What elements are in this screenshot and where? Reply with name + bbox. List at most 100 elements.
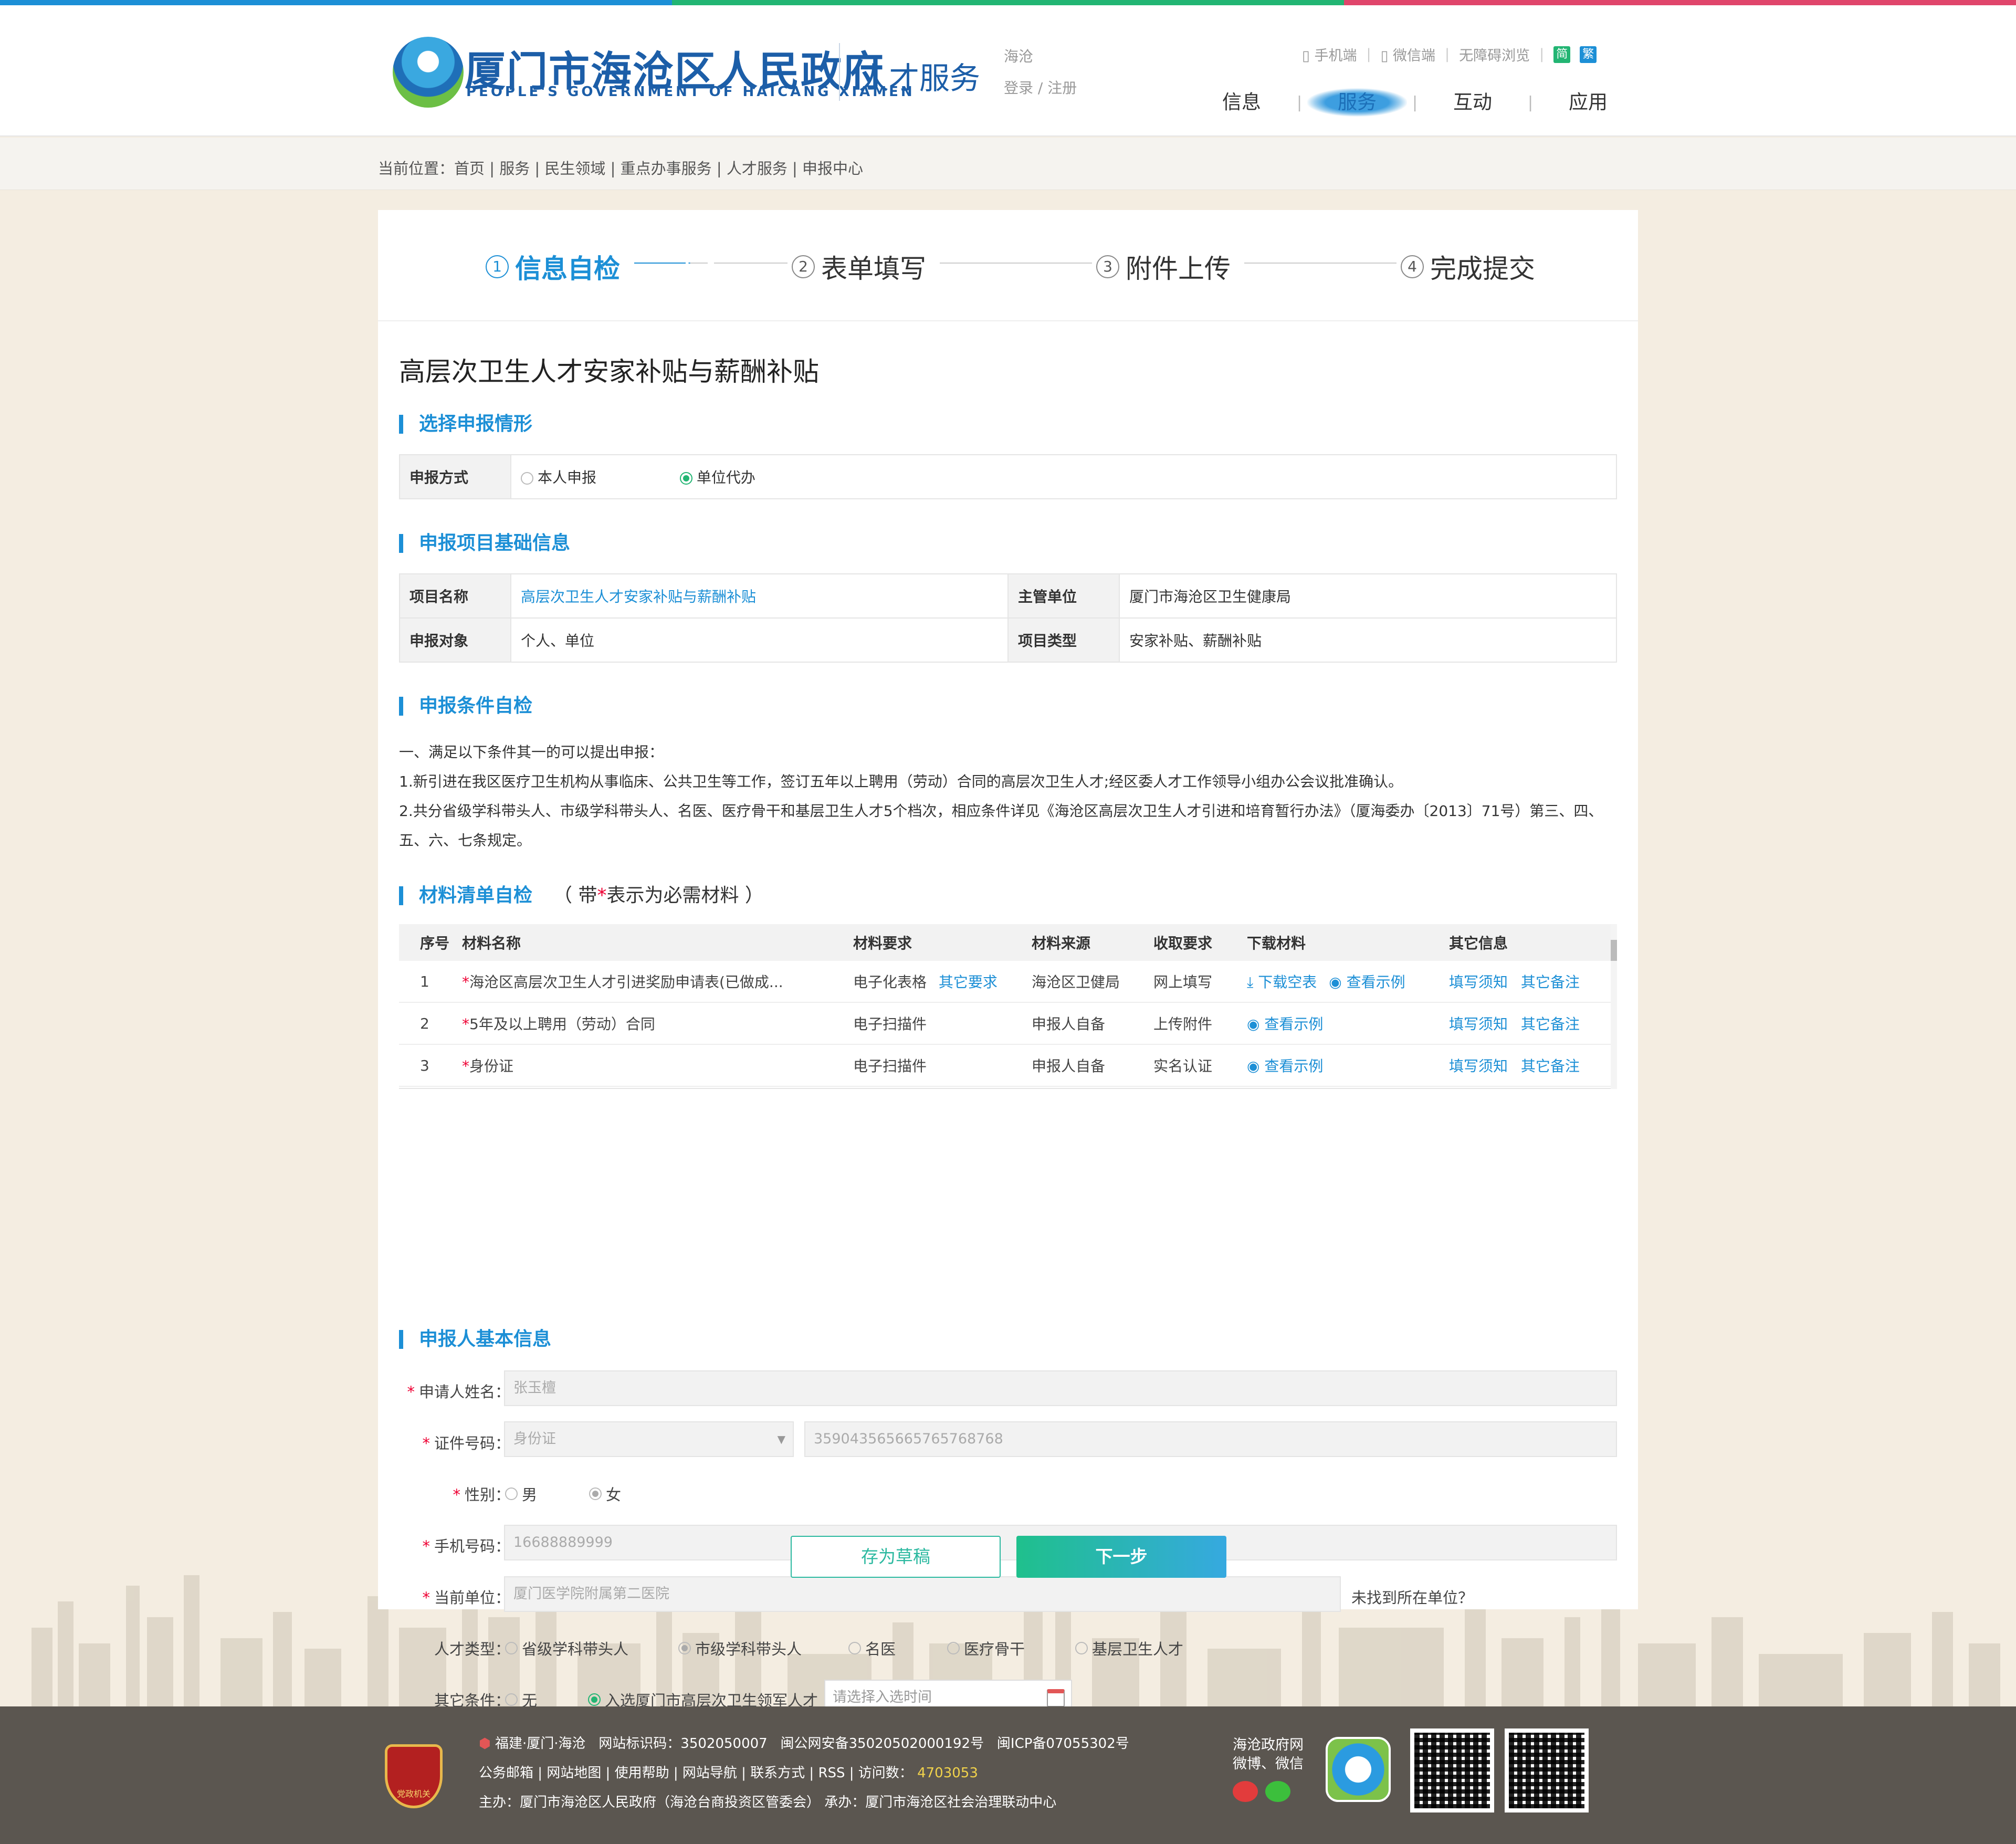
- main-panel: 1 信息自检 2 表单填写 3 附件上传 4 完成提交 高层次卫生人才安家补贴与薪酬补贴…: [378, 210, 1638, 1715]
- calendar-icon[interactable]: [1047, 1689, 1065, 1707]
- radio-checked-icon: [588, 1693, 601, 1706]
- condition-line: 五、六、七条规定。: [399, 832, 532, 849]
- download-blank-link[interactable]: ⤓ 下载空表: [1247, 973, 1317, 991]
- breadcrumb[interactable]: 当前位置：首页 | 服务 | 民生领域 | 重点办事服务 | 人才服务 | 申报…: [378, 156, 863, 179]
- step-indicator: 1 信息自检 2 表单填写 3 附件上传 4 完成提交: [378, 210, 1638, 321]
- scenario-self-option[interactable]: 本人申报: [521, 469, 596, 486]
- materials-table: 序号 材料名称 材料要求 材料来源 收取要求 下载材料 其它信息 1 *海沧区高…: [399, 924, 1617, 1089]
- link-separator: |: [1445, 46, 1450, 62]
- view-example-link[interactable]: ◉ 查看示例: [1329, 973, 1405, 991]
- radio-icon: [848, 1642, 861, 1654]
- talent-option[interactable]: 名医: [848, 1637, 896, 1659]
- radio-icon: [947, 1642, 960, 1654]
- project-name-label: 项目名称: [399, 573, 511, 619]
- conditions-text: 一、满足以下条件其一的可以提出申报： 1.新引进在我区医疗卫生机构从事临床、公共…: [399, 738, 1617, 855]
- eye-icon: ◉: [1247, 1015, 1260, 1033]
- condition-line: 1.新引进在我区医疗卫生机构从事临床、公共卫生等工作，签订五年以上聘用（劳动）合…: [399, 773, 1403, 790]
- section-scenario-heading: 选择申报情形: [399, 415, 532, 434]
- link-separator: |: [1539, 46, 1545, 62]
- qr-code-icon: [1410, 1728, 1494, 1812]
- talent-option[interactable]: 基层卫生人才: [1075, 1637, 1183, 1659]
- gender-male-option[interactable]: 男: [505, 1483, 537, 1505]
- type-label: 项目类型: [1007, 617, 1120, 663]
- step-progress-line: [634, 263, 708, 264]
- breadcrumb-bar: 当前位置：首页 | 服务 | 民生领域 | 重点办事服务 | 人才服务 | 申报…: [0, 138, 2016, 190]
- table-row: 3 *身份证 电子扫描件 申报人自备 实名认证 ◉ 查看示例 填写须知 其它备注: [399, 1045, 1617, 1087]
- link-separator: |: [1366, 46, 1371, 62]
- fill-guide-link[interactable]: 填写须知: [1449, 973, 1508, 991]
- site-subtitle: PEOPLE'S GOVERNMENT OF HAICANG XIAMEN: [466, 84, 915, 100]
- radio-icon[interactable]: [521, 472, 533, 485]
- talent-option[interactable]: 省级学科带头人: [505, 1637, 628, 1659]
- phone-label: * 手机号码：: [422, 1537, 510, 1555]
- unit-not-found-link[interactable]: 未找到所在单位？: [1351, 1586, 1473, 1608]
- radio-icon[interactable]: [505, 1487, 518, 1500]
- radio-checked-icon[interactable]: [679, 472, 692, 485]
- id-number-input[interactable]: 359043565665765768768: [804, 1421, 1617, 1457]
- view-example-link[interactable]: ◉ 查看示例: [1247, 1015, 1323, 1033]
- save-draft-button[interactable]: 存为草稿: [791, 1536, 1001, 1578]
- weibo-icon[interactable]: [1233, 1781, 1258, 1802]
- fill-guide-link[interactable]: 填写须知: [1449, 1057, 1508, 1075]
- wechat-link[interactable]: ▯ 微信端: [1381, 44, 1435, 65]
- unit-input[interactable]: 厦门医学院附属第二医院: [504, 1576, 1341, 1612]
- other-notes-link[interactable]: 其它备注: [1521, 973, 1580, 991]
- nav-separator: |: [1527, 93, 1534, 112]
- accessibility-link[interactable]: 无障碍浏览: [1459, 44, 1530, 65]
- talent-type-label: 人才类型：: [434, 1640, 510, 1658]
- talent-option[interactable]: 市级学科带头人: [678, 1637, 802, 1659]
- talent-option[interactable]: 医疗骨干: [947, 1637, 1025, 1659]
- project-name-link[interactable]: 高层次卫生人才安家补贴与薪酬补贴: [510, 573, 1009, 619]
- step-line: [940, 263, 1092, 264]
- lang-simplified-button[interactable]: 简: [1553, 46, 1571, 63]
- unit-label: * 当前单位：: [422, 1589, 510, 1607]
- footer-line-1: ⬢ 福建·厦门·海沧 网站标识码：3502050007 闽公网安备3502050…: [479, 1736, 1129, 1752]
- nav-interact[interactable]: 互动: [1423, 88, 1522, 117]
- icp-link[interactable]: 闽ICP备07055302号: [997, 1736, 1129, 1752]
- radio-checked-icon[interactable]: [589, 1487, 602, 1500]
- other-notes-link[interactable]: 其它备注: [1521, 1015, 1580, 1033]
- login-register-link[interactable]: 登录 / 注册: [1004, 77, 1077, 98]
- next-step-button[interactable]: 下一步: [1016, 1536, 1226, 1578]
- footer-links[interactable]: 公务邮箱 | 网站地图 | 使用帮助 | 网站导航 | 联系方式 | RSS |…: [479, 1762, 978, 1782]
- table-row: 2 *5年及以上聘用（劳动）合同 电子扫描件 申报人自备 上传附件 ◉ 查看示例…: [399, 1003, 1617, 1045]
- scenario-unit-option[interactable]: 单位代办: [679, 469, 755, 486]
- top-color-bar: [0, 0, 2016, 5]
- step-2: 2 表单填写: [792, 248, 926, 286]
- lang-traditional-button[interactable]: 繁: [1580, 46, 1597, 63]
- fill-guide-link[interactable]: 填写须知: [1449, 1015, 1508, 1033]
- party-government-emblem-icon[interactable]: 党政机关: [385, 1744, 443, 1808]
- id-type-select[interactable]: 身份证 ▼: [504, 1421, 794, 1457]
- table-row: 1 *海沧区高层次卫生人才引进奖励申请表(已做成... 电子化表格 其它要求 海…: [399, 961, 1617, 1003]
- step-3: 3 附件上传: [1096, 248, 1231, 286]
- region-label: 海沧: [1004, 48, 1034, 65]
- chevron-down-icon: ▼: [777, 1433, 785, 1445]
- id-label: * 证件号码：: [422, 1434, 510, 1452]
- condition-line: 一、满足以下条件其一的可以提出申报：: [399, 743, 664, 761]
- applicant-name-input[interactable]: 张玉檀: [504, 1370, 1617, 1406]
- other-notes-link[interactable]: 其它备注: [1521, 1057, 1580, 1075]
- view-example-link[interactable]: ◉ 查看示例: [1247, 1057, 1323, 1075]
- name-label: * 申请人姓名：: [407, 1383, 510, 1401]
- gender-female-option[interactable]: 女: [589, 1483, 621, 1505]
- nav-apps[interactable]: 应用: [1538, 88, 1638, 117]
- footer-social: 海沧政府网 微博、微信: [1233, 1736, 1304, 1807]
- target-value: 个人、单位: [510, 617, 1009, 663]
- haicang-app-icon[interactable]: [1326, 1737, 1391, 1802]
- top-links: ▯ 手机端 | ▯ 微信端 | 无障碍浏览 | 简 繁: [1302, 44, 1597, 65]
- section-name: 人才服务: [858, 60, 981, 96]
- nav-service[interactable]: 服务: [1307, 88, 1407, 117]
- mobile-link[interactable]: ▯ 手机端: [1302, 44, 1357, 65]
- haicang-logo-icon[interactable]: [393, 37, 464, 108]
- step-line: [714, 263, 788, 264]
- footer-line-3: 主办：厦门市海沧区人民政府（海沧台商投资区管委会） 承办：厦门市海沧区社会治理联…: [479, 1795, 1057, 1810]
- wechat-icon[interactable]: [1265, 1781, 1290, 1802]
- download-icon: ⤓: [1247, 973, 1254, 991]
- police-record-link[interactable]: 闽公网安备35020502000192号: [781, 1736, 984, 1752]
- eye-icon: ◉: [1329, 973, 1342, 991]
- other-requirement-link[interactable]: 其它要求: [939, 973, 998, 991]
- table-scrollbar[interactable]: [1611, 924, 1617, 1089]
- nav-info[interactable]: 信息: [1192, 88, 1292, 117]
- materials-note: （ 带*表示为必需材料 ）: [553, 885, 764, 906]
- scenario-options: 本人申报 单位代办: [510, 454, 1617, 499]
